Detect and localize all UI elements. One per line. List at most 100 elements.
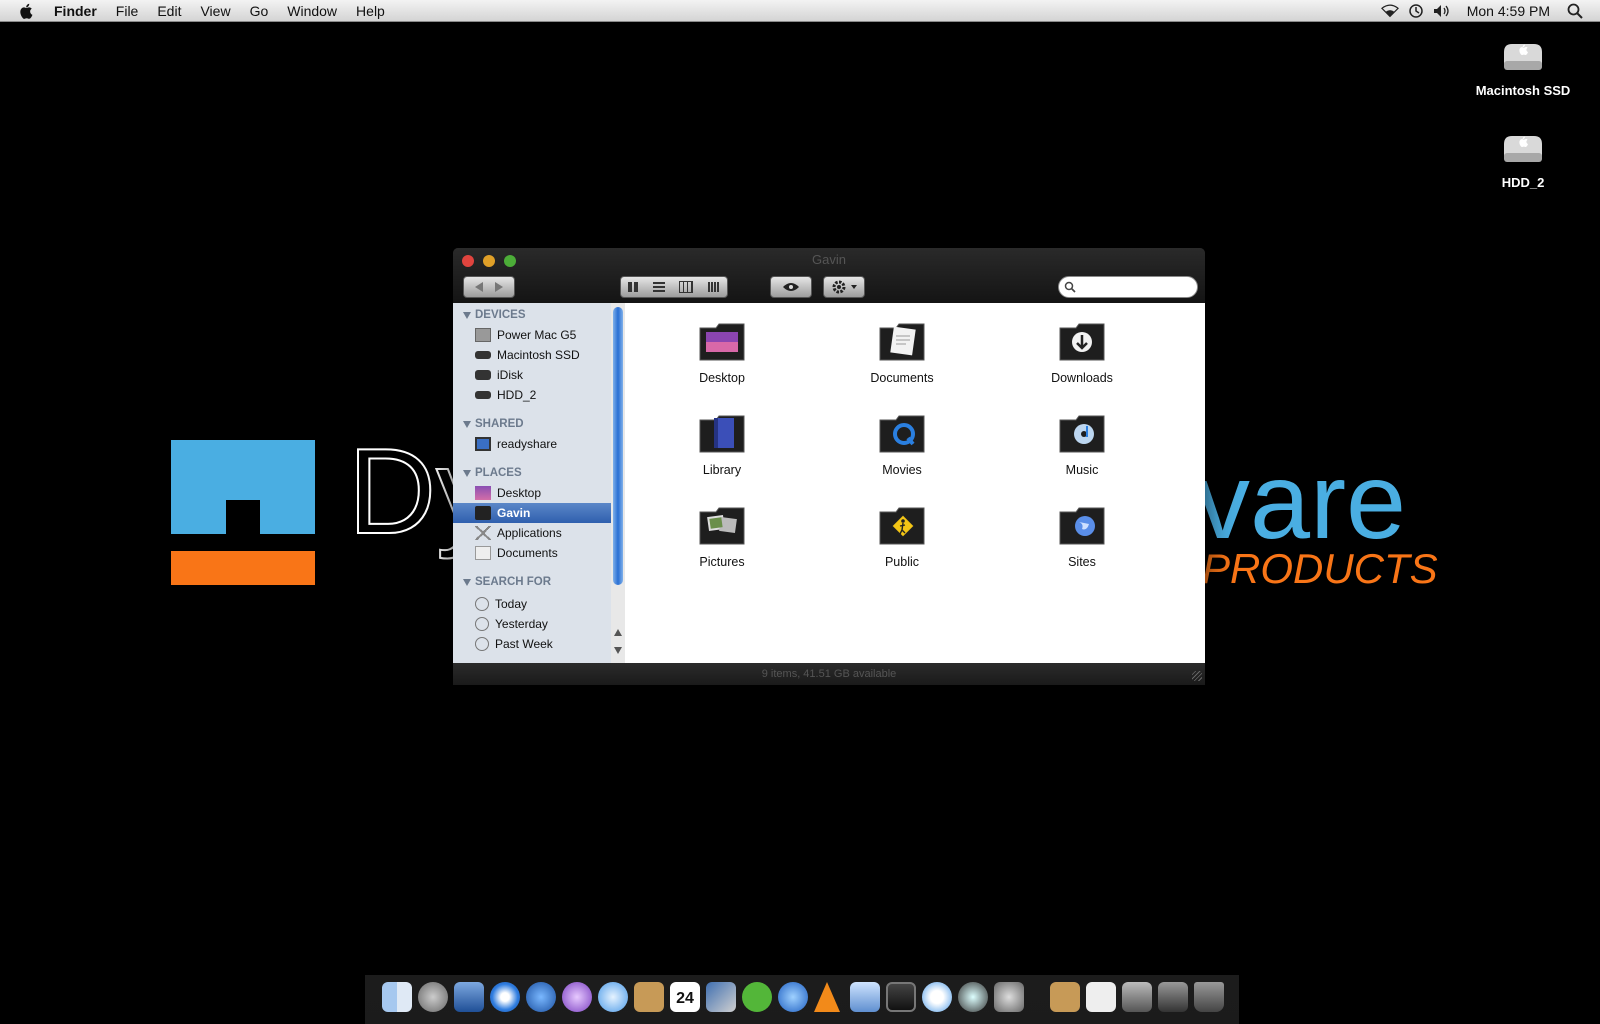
sidebar-item-yesterday[interactable]: Yesterday [453,614,611,634]
folder-item-downloads[interactable]: Downloads [1022,320,1142,385]
airport-icon[interactable] [922,982,952,1012]
folder-item-sites[interactable]: Sites [1022,504,1142,569]
system-preferences-icon[interactable] [994,982,1024,1012]
menu-edit[interactable]: Edit [157,3,181,19]
window-toolbar: Gavin [453,248,1205,303]
back-forward-buttons [463,276,515,298]
forward-arrow-icon[interactable] [495,282,503,292]
resize-grip-icon[interactable] [1192,671,1202,681]
menu-finder[interactable]: Finder [54,3,97,19]
sidebar-item-idisk[interactable]: iDisk [453,365,611,385]
documents-icon [475,546,491,560]
drive-label: HDD_2 [1501,175,1545,190]
quick-look-button[interactable] [770,276,812,298]
chevron-down-icon [851,285,857,289]
calendar-icon[interactable]: 24 [670,982,700,1012]
podcast-icon[interactable] [562,982,592,1012]
desktop-drive-hdd-2[interactable]: HDD_2 [1463,126,1583,190]
sidebar-item-gavin[interactable]: Gavin [453,503,611,523]
menu-go[interactable]: Go [250,3,269,19]
itunes-icon[interactable] [778,982,808,1012]
sidebar-item-desktop[interactable]: Desktop [453,483,611,503]
sidebar-item-today[interactable]: Today [453,594,611,614]
volume-icon[interactable] [1433,3,1451,19]
messages-icon[interactable] [598,982,628,1012]
desktop-folder-icon [475,486,491,500]
time-machine-icon[interactable] [958,982,988,1012]
printer-icon[interactable] [1122,982,1152,1012]
column-view-icon[interactable] [679,281,694,293]
photos-icon[interactable] [706,982,736,1012]
sidebar-header-search-for[interactable]: SEARCH FOR [463,576,551,588]
disclosure-triangle-icon [463,311,471,319]
sidebar-item-applications[interactable]: Applications [453,523,611,543]
finder-icon[interactable] [382,982,412,1012]
view-mode-segmented-control [620,276,728,298]
sidebar-header-places[interactable]: PLACES [463,467,522,479]
address-book-icon[interactable] [634,982,664,1012]
trash-icon[interactable] [1194,982,1224,1012]
folder-item-public[interactable]: Public [842,504,962,569]
vlc-icon[interactable] [814,982,840,1012]
scroll-up-arrow-icon[interactable] [614,629,622,636]
computer-icon [475,328,491,342]
apple-menu-icon[interactable] [18,2,36,20]
folder-item-documents[interactable]: Documents [842,320,962,385]
menu-window[interactable]: Window [287,3,337,19]
search-icon [1064,281,1076,293]
wallpaper-logo-notch [226,500,260,534]
sidebar-item-documents[interactable]: Documents [453,543,611,563]
sidebar-item-past-week[interactable]: Past Week [453,634,611,654]
menu-clock[interactable]: Mon 4:59 PM [1467,3,1550,19]
folder-item-library[interactable]: Library [662,412,782,477]
preview-icon[interactable] [454,982,484,1012]
search-input[interactable] [1058,276,1198,298]
icon-view-icon[interactable] [628,282,639,292]
window-title: Gavin [812,252,846,267]
spotlight-search-icon[interactable] [1566,3,1584,19]
menu-help[interactable]: Help [356,3,385,19]
desktop-drive-macintosh-ssd[interactable]: Macintosh SSD [1463,34,1583,98]
globe-icon[interactable] [526,982,556,1012]
folder-item-pictures[interactable]: Pictures [662,504,782,569]
sidebar-header-shared[interactable]: SHARED [463,418,524,430]
scroll-down-arrow-icon[interactable] [614,647,622,654]
cover-flow-icon[interactable] [707,282,720,292]
applications-icon [475,526,491,540]
windows-icon[interactable] [850,982,880,1012]
sidebar-item-readyshare[interactable]: readyshare [453,434,611,454]
sites-folder-icon [1059,507,1105,545]
list-view-icon[interactable] [652,282,665,292]
folder-item-desktop[interactable]: Desktop [662,320,782,385]
mail-icon[interactable] [1050,982,1080,1012]
sidebar-item-power-mac-g5[interactable]: Power Mac G5 [453,325,611,345]
scrollbar-thumb[interactable] [613,307,623,585]
home-folder-icon [475,506,491,520]
sidebar-header-devices[interactable]: DEVICES [463,309,526,321]
finder-sidebar: DEVICES Power Mac G5 Macintosh SSD iDisk… [453,303,625,663]
movies-folder-icon [879,415,925,453]
sidebar-item-macintosh-ssd[interactable]: Macintosh SSD [453,345,611,365]
time-machine-icon[interactable] [1407,3,1425,19]
menu-bar: Finder File Edit View Go Window Help Mon… [0,0,1600,22]
sidebar-scrollbar[interactable] [611,303,625,663]
public-folder-icon [879,507,925,545]
textedit-icon[interactable] [1086,982,1116,1012]
wallpaper-text-right: vare [1196,440,1407,561]
hard-drive-icon [1504,136,1542,162]
network-icon[interactable] [1158,982,1188,1012]
action-menu-button[interactable] [823,276,865,298]
back-arrow-icon[interactable] [475,282,483,292]
network-display-icon [475,437,491,451]
launchpad-icon[interactable] [418,982,448,1012]
wifi-icon[interactable] [1380,3,1399,19]
folder-item-movies[interactable]: Movies [842,412,962,477]
sidebar-item-hdd-2[interactable]: HDD_2 [453,385,611,405]
menu-file[interactable]: File [116,3,139,19]
dashboard-icon[interactable] [886,982,916,1012]
folder-item-music[interactable]: Music [1022,412,1142,477]
hard-drive-icon [1504,44,1542,70]
menu-view[interactable]: View [200,3,230,19]
safari-icon[interactable] [490,982,520,1012]
spotify-icon[interactable] [742,982,772,1012]
